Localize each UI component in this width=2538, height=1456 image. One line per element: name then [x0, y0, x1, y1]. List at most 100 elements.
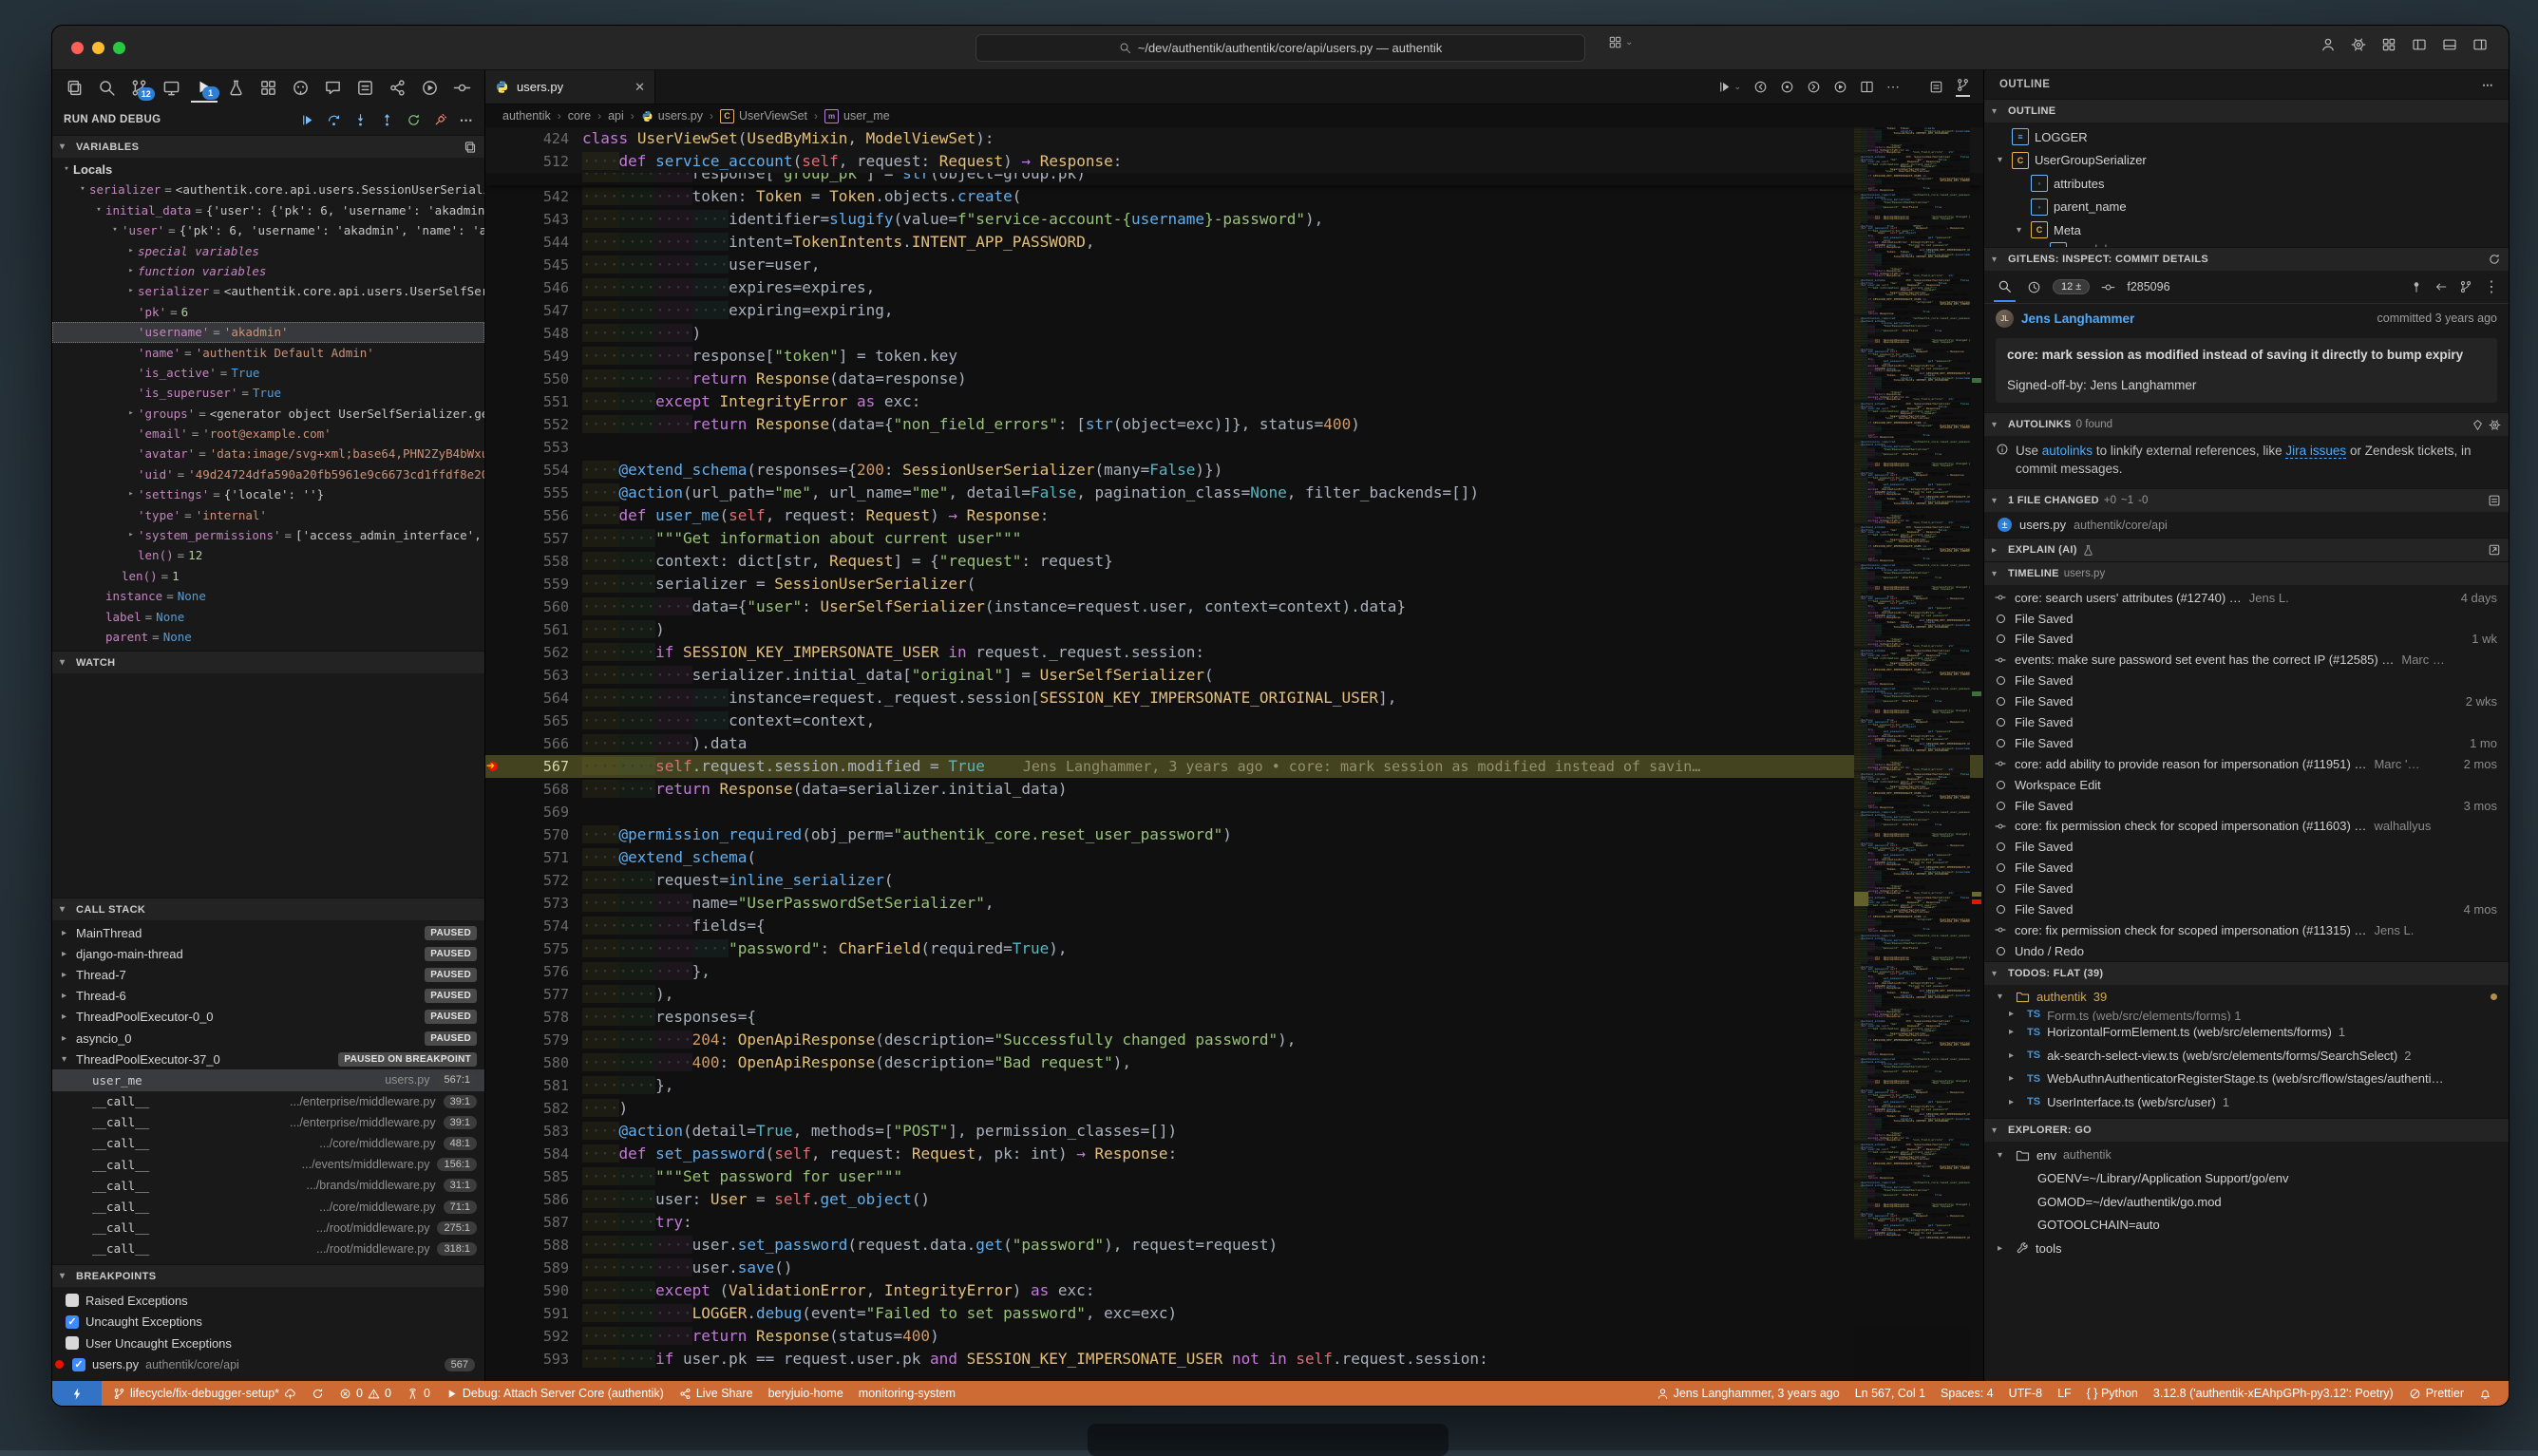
call-stack-thread[interactable]: ▸Thread-7PAUSED	[52, 964, 484, 985]
toggle-panel-icon[interactable]	[2442, 37, 2457, 52]
call-stack-section-header[interactable]: ▾CALL STACK	[52, 898, 484, 920]
debug-restart-icon[interactable]	[407, 113, 421, 127]
more-actions-icon[interactable]: ⋯	[2482, 78, 2493, 91]
outline-item-parent_name[interactable]: ◦parent_name	[1984, 196, 2509, 219]
gutter-glyph-margin[interactable]: ➔	[485, 755, 506, 778]
call-stack-frame[interactable]: __call__.../core/middleware.py48:1	[52, 1133, 484, 1154]
breakpoint-checkbox[interactable]: ✓	[66, 1315, 79, 1329]
files-changed-section-header[interactable]: ▾1 FILE CHANGED +0 ~1 -0	[1984, 488, 2509, 512]
overflow-icon[interactable]: ⋮	[2484, 277, 2499, 296]
gutter-glyph-margin[interactable]	[485, 185, 506, 208]
activity-item-pull-requests[interactable]	[351, 73, 378, 102]
toggle-secondary-sidebar-icon[interactable]	[2472, 37, 2488, 52]
variable-row[interactable]: ▾Locals	[52, 160, 484, 180]
breadcrumb-item-user_me[interactable]: muser_me	[824, 109, 890, 123]
variable-row[interactable]: ▸'settings'={'locale': ''}	[52, 484, 484, 504]
variable-row[interactable]: ▸function variables	[52, 261, 484, 281]
code-line[interactable]: 559········serializer = SessionUserSeria…	[485, 573, 1983, 596]
call-stack-frame[interactable]: __call__.../enterprise/middleware.py39:1	[52, 1112, 484, 1133]
timeline-item[interactable]: File Saved	[1984, 712, 2509, 733]
go-env-var[interactable]: GOTOOLCHAIN=auto	[1984, 1214, 2509, 1238]
minimize-window-button[interactable]	[92, 42, 104, 54]
variable-row[interactable]: 'type'='internal'	[52, 505, 484, 525]
code-line[interactable]: 579············204: OpenApiResponse(desc…	[485, 1029, 1983, 1051]
call-stack-frame[interactable]: __call__.../core/middleware.py71:1	[52, 1196, 484, 1217]
variable-row[interactable]: 'is_active'=True	[52, 363, 484, 383]
code-line[interactable]: 554····@extend_schema(responses={200: Se…	[485, 459, 1983, 482]
debug-disconnect-icon[interactable]	[433, 113, 447, 127]
activity-item-explorer[interactable]	[62, 73, 88, 102]
code-line[interactable]: ➔567········self.request.session.modifie…	[485, 755, 1983, 778]
remote-indicator[interactable]	[52, 1381, 102, 1406]
code-line[interactable]: 581········},	[485, 1074, 1983, 1097]
activity-item-run-and-debug[interactable]: 1	[191, 72, 218, 103]
gutter-glyph-margin[interactable]	[485, 1302, 506, 1325]
breadcrumb-item-authentik[interactable]: authentik	[502, 109, 551, 123]
code-line[interactable]: 571····@extend_schema(	[485, 846, 1983, 869]
minimap[interactable]: token: Token = Token.objects.create( ide…	[1854, 127, 1970, 1381]
customize-layout-icon[interactable]	[2381, 37, 2396, 52]
breakpoint-checkbox[interactable]	[66, 1336, 79, 1350]
gem-icon[interactable]	[2472, 419, 2484, 431]
gutter-glyph-margin[interactable]	[485, 1234, 506, 1257]
code-line[interactable]: 556····def user_me(self, request: Reques…	[485, 504, 1983, 527]
timeline-item[interactable]: core: add ability to provide reason for …	[1984, 753, 2509, 774]
gutter-glyph-margin[interactable]	[485, 1051, 506, 1074]
gutter-glyph-margin[interactable]	[485, 368, 506, 390]
code-line[interactable]: 560············data={"user": UserSelfSer…	[485, 596, 1983, 618]
code-line[interactable]: 564················instance=request._req…	[485, 687, 1983, 709]
gutter-glyph-margin[interactable]	[485, 413, 506, 436]
timeline-item[interactable]: File Saved1 wk	[1984, 629, 2509, 650]
split-editor-icon[interactable]	[1860, 80, 1874, 94]
timeline-item[interactable]: File Saved	[1984, 608, 2509, 629]
code-line[interactable]: 586········user: User = self.get_object(…	[485, 1188, 1983, 1211]
statusbar-eol[interactable]: LF	[2050, 1387, 2079, 1400]
statusbar-sync-status[interactable]	[304, 1388, 331, 1400]
code-line[interactable]: 591············LOGGER.debug(event="Faile…	[485, 1302, 1983, 1325]
breakpoint-row[interactable]: ✓users.pyauthentik/core/api567	[52, 1354, 484, 1376]
gutter-glyph-margin[interactable]	[485, 983, 506, 1006]
gutter-glyph-margin[interactable]	[485, 732, 506, 755]
statusbar-indentation[interactable]: Spaces: 4	[1933, 1387, 2001, 1400]
close-window-button[interactable]	[71, 42, 84, 54]
gutter-glyph-margin[interactable]	[485, 1257, 506, 1279]
gutter-glyph-margin[interactable]	[485, 482, 506, 504]
statusbar-gitlens-blame[interactable]: Jens Langhammer, 3 years ago	[1649, 1387, 1847, 1400]
gutter-glyph-margin[interactable]	[485, 573, 506, 596]
variable-row[interactable]: ▸serializer=<authentik.core.api.users.Us…	[52, 281, 484, 301]
variable-row[interactable]: ▸'groups'=<generator object UserSelfSeri…	[52, 404, 484, 424]
statusbar-ports[interactable]: 0	[399, 1387, 438, 1400]
run-or-debug-icon[interactable]	[1833, 80, 1847, 94]
variable-row[interactable]: 'is_superuser'=True	[52, 383, 484, 403]
breadcrumb-item-api[interactable]: api	[608, 109, 624, 123]
code-line[interactable]: 590········except (ValidationError, Inte…	[485, 1279, 1983, 1302]
timeline-item[interactable]: File Saved	[1984, 837, 2509, 858]
timeline-item[interactable]: core: fix permission check for scoped im…	[1984, 919, 2509, 940]
gutter-glyph-margin[interactable]	[485, 618, 506, 641]
statusbar-notifications-bell[interactable]	[2472, 1388, 2499, 1400]
refresh-icon[interactable]	[2488, 253, 2501, 266]
toggle-primary-sidebar-icon[interactable]	[2412, 37, 2427, 52]
code-line[interactable]: 566············).data	[485, 732, 1983, 755]
timeline-item[interactable]: File Saved	[1984, 879, 2509, 899]
variable-row[interactable]: len()=12	[52, 545, 484, 565]
code-line[interactable]: 578········responses={	[485, 1006, 1983, 1029]
debug-step-over-icon[interactable]	[327, 113, 341, 127]
code-line[interactable]: 424class UserViewSet(UsedByMixin, ModelV…	[485, 127, 1983, 150]
breadcrumb-item-userviewset[interactable]: CUserViewSet	[720, 109, 807, 123]
statusbar-problems[interactable]: 00	[331, 1387, 399, 1400]
commit-hash[interactable]: f285096	[2127, 280, 2169, 293]
debug-continue-icon[interactable]	[300, 113, 314, 127]
code-line[interactable]: 555····@action(url_path="me", url_name="…	[485, 482, 1983, 504]
close-tab-icon[interactable]: ✕	[634, 80, 645, 95]
activity-item-live-share[interactable]	[384, 73, 410, 102]
autolinks-section-header[interactable]: ▾AUTOLINKS 0 found	[1984, 412, 2509, 436]
code-line[interactable]: 561········)	[485, 618, 1983, 641]
activity-item-accounts-tree[interactable]	[448, 73, 475, 102]
call-stack-frame[interactable]: __call__.../events/middleware.py156:1	[52, 1154, 484, 1175]
debug-step-out-icon[interactable]	[380, 113, 394, 127]
gutter-glyph-margin[interactable]	[485, 641, 506, 664]
activity-item-run-circle[interactable]	[416, 73, 443, 102]
timeline-item[interactable]: Undo / Redo	[1984, 940, 2509, 961]
gutter-glyph-margin[interactable]	[485, 436, 506, 459]
